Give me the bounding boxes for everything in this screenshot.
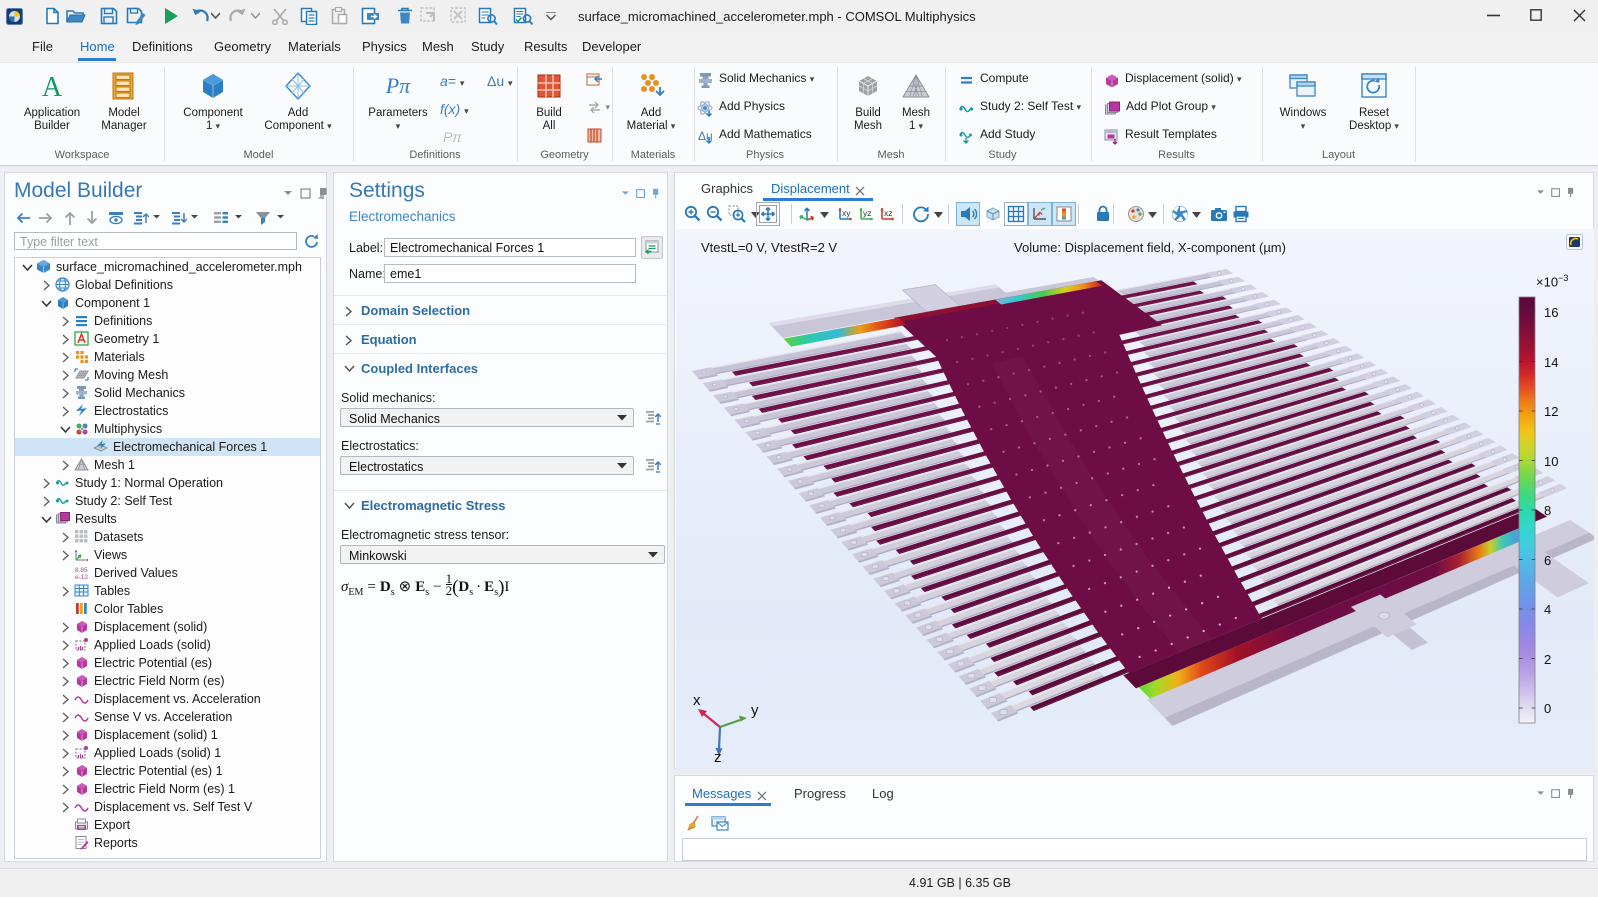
svg-text:Pπ: Pπ xyxy=(385,73,411,98)
svg-text:8.85: 8.85 xyxy=(75,567,88,574)
svg-text:x: x xyxy=(693,693,701,709)
svg-text:yz: yz xyxy=(863,208,872,218)
svg-text:e-12: e-12 xyxy=(75,574,88,580)
svg-text:A: A xyxy=(42,72,63,101)
svg-text:z: z xyxy=(714,749,722,763)
svg-text:xy: xy xyxy=(842,208,851,218)
svg-text:xz: xz xyxy=(884,208,893,218)
svg-text:y: y xyxy=(751,702,759,719)
